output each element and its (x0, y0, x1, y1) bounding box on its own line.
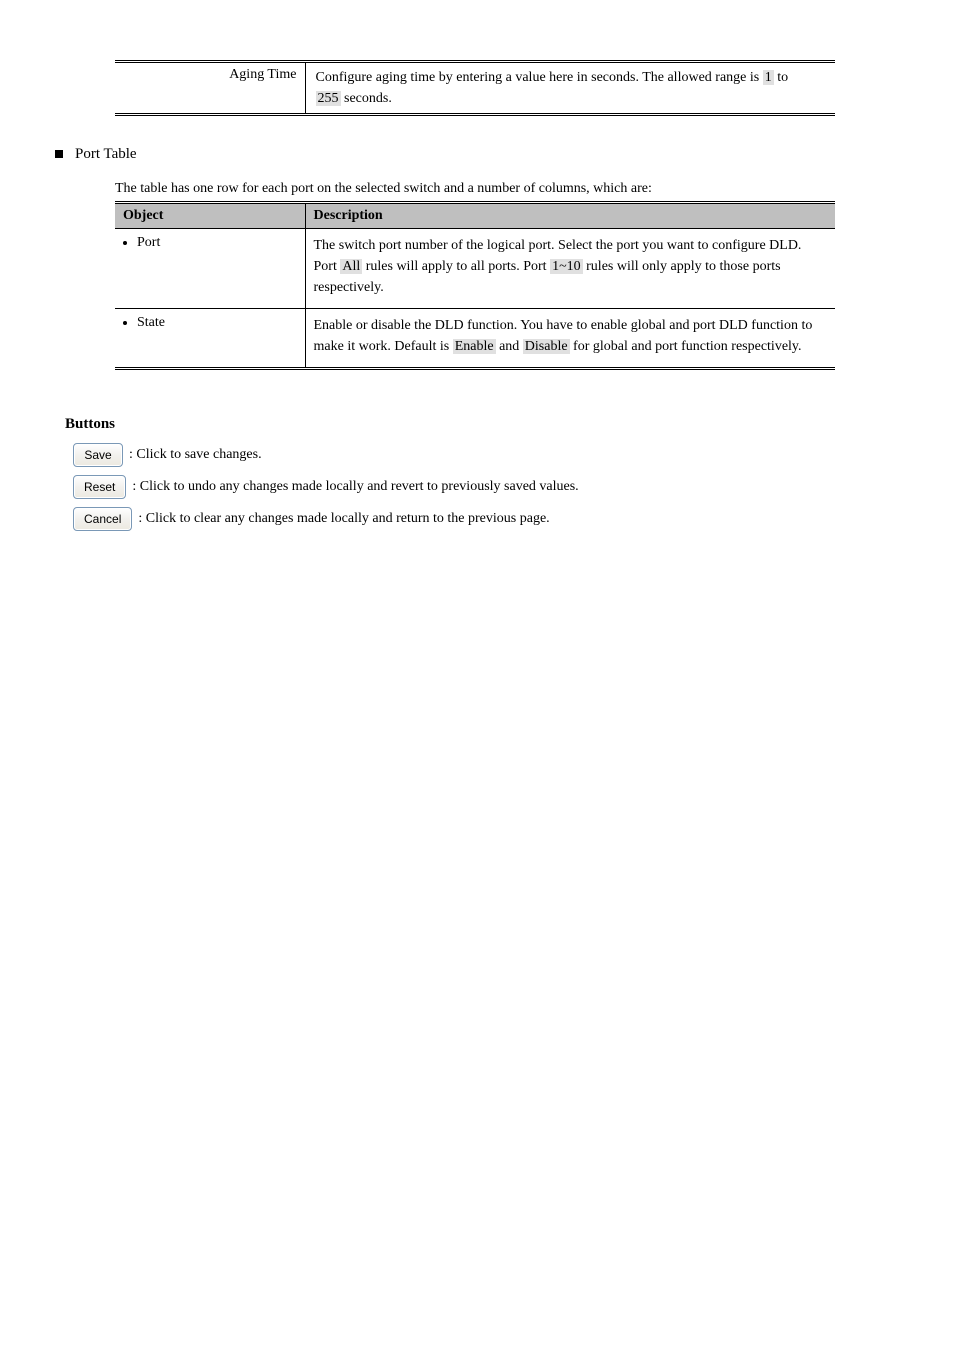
cancel-button-desc: : Click to clear any changes made locall… (138, 511, 549, 527)
row-state-label: State (137, 315, 297, 331)
aging-time-table: Aging Time Configure aging time by enter… (115, 60, 835, 116)
table-row: Port The switch port number of the logic… (115, 229, 835, 309)
aging-desc-after: seconds. (341, 91, 392, 106)
square-bullet-icon (55, 150, 63, 158)
col-header-object: Object (115, 203, 305, 229)
buttons-heading: Buttons (65, 416, 889, 433)
save-button[interactable]: Save (73, 443, 123, 467)
reset-button[interactable]: Reset (73, 475, 126, 499)
row-state-desc: Enable or disable the DLD function. You … (305, 309, 835, 369)
row-port-desc-mid: rules will apply to all ports. Port (362, 259, 550, 274)
row-state-desc-mid: and (496, 339, 523, 354)
row-state-desc-after: for global and port function respectivel… (570, 339, 802, 354)
row-port-label: Port (137, 235, 297, 251)
row-state-object: State (115, 309, 305, 369)
reset-button-desc: : Click to undo any changes made locally… (132, 479, 578, 495)
port-table-heading: Port Table (75, 146, 137, 163)
reset-button-row: Reset : Click to undo any changes made l… (73, 475, 889, 499)
row-port-desc: The switch port number of the logical po… (305, 229, 835, 309)
row-state-disable-value: Disable (523, 339, 570, 354)
cancel-button-row: Cancel : Click to clear any changes made… (73, 507, 889, 531)
aging-time-description: Configure aging time by entering a value… (305, 62, 835, 115)
aging-desc-pre: Configure aging time by entering a value… (316, 70, 763, 85)
save-button-desc: : Click to save changes. (129, 447, 262, 463)
aging-max-value: 255 (316, 91, 341, 106)
row-port-range-value: 1~10 (550, 259, 583, 274)
row-state-enable-value: Enable (453, 339, 496, 354)
save-button-row: Save : Click to save changes. (73, 443, 889, 467)
row-port-object: Port (115, 229, 305, 309)
port-table: Object Description Port The switch port … (115, 201, 835, 370)
aging-desc-mid: to (774, 70, 788, 85)
port-table-caption: The table has one row for each port on t… (115, 181, 889, 197)
col-header-description: Description (305, 203, 835, 229)
table-row: State Enable or disable the DLD function… (115, 309, 835, 369)
cancel-button[interactable]: Cancel (73, 507, 132, 531)
port-table-heading-row: Port Table (55, 146, 889, 163)
aging-time-label: Aging Time (115, 62, 305, 115)
aging-min-value: 1 (763, 70, 774, 85)
row-port-all-value: All (340, 259, 362, 274)
